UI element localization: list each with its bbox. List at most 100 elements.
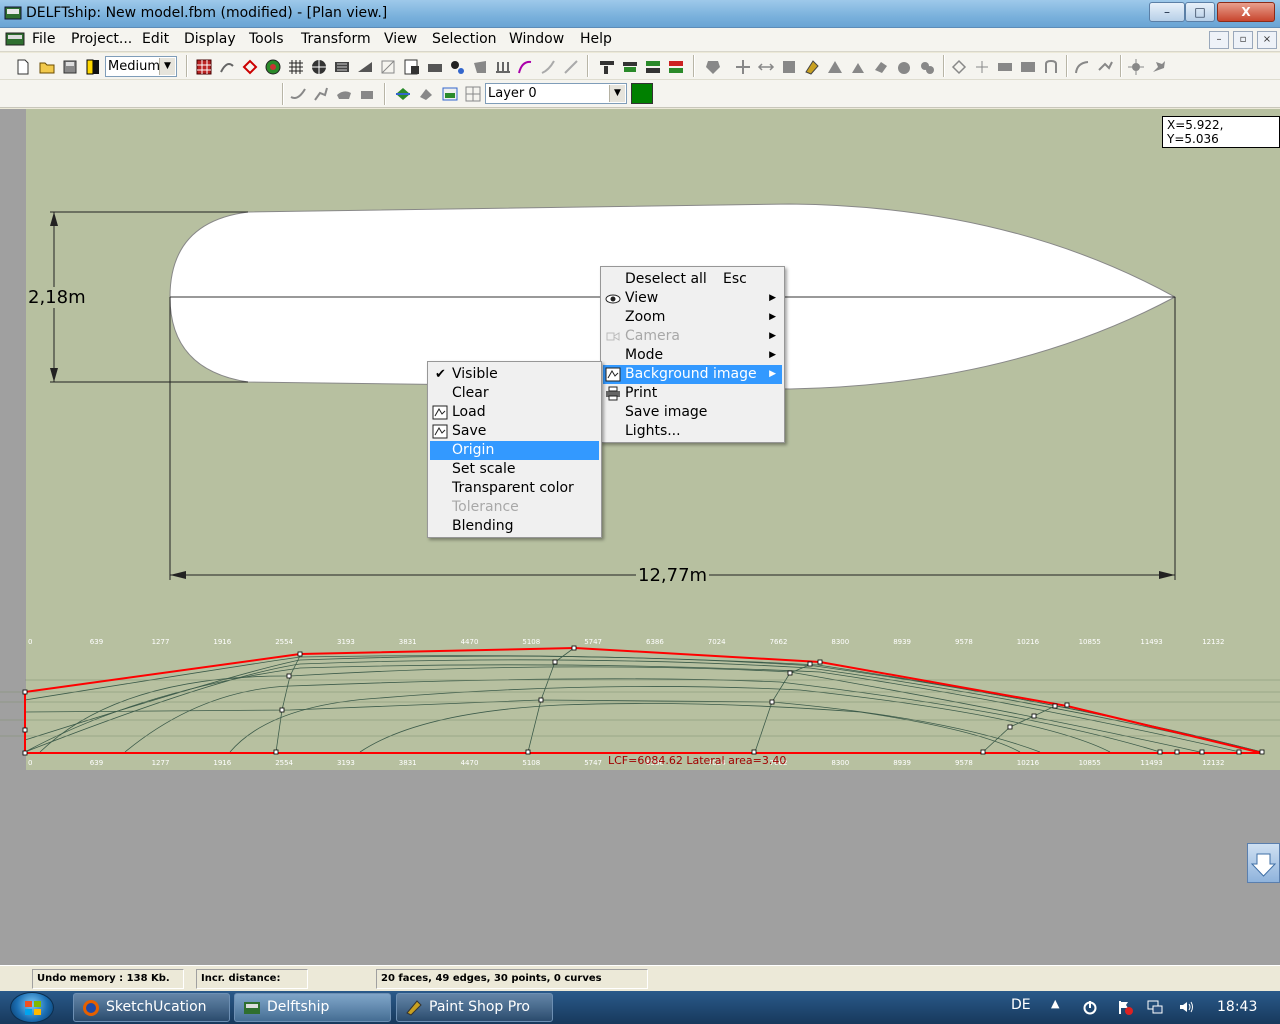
menu-label: Tolerance: [452, 499, 519, 515]
ruler-tick-label: 11493: [1140, 638, 1162, 646]
dim-width-arrow-bottom: [50, 368, 58, 382]
ruler-tick-label: 639: [90, 759, 103, 767]
menu-label: Zoom: [625, 309, 666, 325]
taskbar-item-paintshop[interactable]: Paint Shop Pro -...: [396, 993, 553, 1022]
ruler-tick-label: 2554: [275, 638, 293, 646]
ruler-tick-label: 5108: [522, 638, 540, 646]
ruler-tick-label: 9578: [955, 759, 973, 767]
clock[interactable]: 18:43: [1217, 999, 1257, 1015]
ruler-tick-label: 5747: [584, 638, 602, 646]
submenu-visible[interactable]: ✔ Visible: [430, 365, 599, 384]
printer-icon: [606, 386, 620, 401]
ruler-tick-label: 8300: [831, 759, 849, 767]
ruler-tick-label: 5747: [584, 759, 602, 767]
status-incr-distance: Incr. distance: 0.10: [196, 969, 308, 1002]
ruler-tick-label: 6386: [646, 638, 664, 646]
status-model-stats: 20 faces, 49 edges, 30 points, 0 curves: [376, 969, 648, 989]
background-image-icon: [605, 367, 621, 382]
action-center-icon[interactable]: [1117, 999, 1133, 1015]
status-undo-memory: Undo memory : 138 Kb.: [32, 969, 184, 989]
ruler-tick-label: 639: [90, 638, 103, 646]
ruler-tick-label: 0: [28, 759, 32, 767]
ruler-tick-label: 8939: [893, 638, 911, 646]
menu-label: Deselect all: [625, 271, 707, 287]
status-bar: Undo memory : 138 Kb. Incr. distance: 0.…: [0, 965, 1280, 1002]
menu-label: Visible: [452, 366, 498, 382]
hydrostatics-label: LCF=6084.62 Lateral area=3.40: [608, 754, 787, 767]
menu-zoom-sub[interactable]: Zoom ▶: [603, 308, 782, 327]
taskbar-item-firefox[interactable]: SketchUcation C...: [73, 993, 230, 1022]
submenu-set-scale[interactable]: Set scale: [430, 460, 599, 479]
menu-background-image-sub[interactable]: Background image ▶: [603, 365, 782, 384]
ruler-tick-label: 0: [28, 638, 32, 646]
menu-label: Background image: [625, 366, 757, 382]
taskbar-item-label: Delftship: [267, 999, 330, 1015]
ruler-tick-label: 4470: [461, 759, 479, 767]
language-indicator[interactable]: DE: [1011, 997, 1031, 1013]
taskbar-item-delftship[interactable]: Delftship: [234, 993, 391, 1022]
scroll-down-button[interactable]: [1247, 843, 1280, 883]
taskbar-item-label: SketchUcation C...: [106, 999, 207, 1015]
submenu-save[interactable]: Save: [430, 422, 599, 441]
ruler-tick-label: 11493: [1140, 759, 1162, 767]
ruler-tick-label: 9578: [955, 638, 973, 646]
submenu-arrow-icon: ▶: [769, 312, 776, 322]
ruler-tick-label: 1916: [213, 759, 231, 767]
dim-width-arrow-top: [50, 212, 58, 226]
menu-deselect-all[interactable]: Deselect all Esc: [603, 270, 782, 289]
menu-mode-sub[interactable]: Mode ▶: [603, 346, 782, 365]
ruler-tick-label: 10216: [1017, 638, 1040, 646]
submenu-arrow-icon: ▶: [769, 350, 776, 360]
submenu-transparent-color[interactable]: Transparent color: [430, 479, 599, 498]
ruler-tick-label: 3193: [337, 638, 355, 646]
submenu-blending[interactable]: Blending: [430, 517, 599, 536]
ruler-tick-label: 8300: [831, 638, 849, 646]
taskbar-item-label: Paint Shop Pro -...: [429, 999, 530, 1015]
dim-length-arrow-right: [1159, 571, 1175, 579]
ruler-tick-label: 8939: [893, 759, 911, 767]
menu-label: Load: [452, 404, 486, 420]
camera-icon: [606, 332, 620, 341]
power-icon[interactable]: [1082, 999, 1098, 1015]
ruler-tick-label: 7662: [770, 638, 788, 646]
ruler-tick-label: 12132: [1202, 638, 1224, 646]
submenu-arrow-icon: ▶: [769, 331, 776, 341]
menu-save-image[interactable]: Save image: [603, 403, 782, 422]
delftship-icon: [244, 1002, 260, 1014]
menu-label: Blending: [452, 518, 514, 534]
eye-icon: [605, 294, 621, 304]
ruler-tick-label: 3831: [399, 638, 417, 646]
menu-label: Transparent color: [452, 480, 574, 496]
menu-label: Clear: [452, 385, 489, 401]
menu-lights[interactable]: Lights...: [603, 422, 782, 441]
dimension-width-label: 2,18m: [26, 287, 88, 308]
ruler-tick-label: 2554: [275, 759, 293, 767]
plan-view-drawing: 0 639 1277 1916 2554 3193 3831 4470 5108 5747 6386…: [0, 203, 1280, 767]
ruler-tick-label: 4470: [461, 638, 479, 646]
ruler-tick-label: 10216: [1017, 759, 1040, 767]
ruler-tick-label: 1277: [152, 638, 170, 646]
submenu-load[interactable]: Load: [430, 403, 599, 422]
hull-wireframe: [0, 647, 1280, 753]
menu-label: Camera: [625, 328, 680, 344]
menu-print[interactable]: Print: [603, 384, 782, 403]
ruler-tick-label: 7024: [708, 638, 726, 646]
submenu-arrow-icon: ▶: [769, 293, 776, 303]
volume-icon[interactable]: [1178, 999, 1194, 1015]
ruler-top: 0 639 1277 1916 2554 3193 3831 4470 5108 5747 6386…: [28, 638, 1224, 646]
context-menu: Deselect all Esc View ▶ Zoom ▶ Camera ▶ …: [600, 266, 785, 443]
menu-label: Save: [452, 423, 487, 439]
firefox-icon: [83, 1000, 99, 1016]
show-hidden-icons-icon[interactable]: ▲: [1051, 997, 1059, 1010]
network-icon[interactable]: [1147, 999, 1163, 1015]
taskbar: SketchUcation C... Delftship Paint Shop …: [0, 991, 1280, 1024]
submenu-clear[interactable]: Clear: [430, 384, 599, 403]
submenu-origin[interactable]: Origin: [430, 441, 599, 460]
menu-label: View: [625, 290, 659, 306]
menu-view-sub[interactable]: View ▶: [603, 289, 782, 308]
windows-logo-icon: [25, 1001, 41, 1015]
menu-shortcut: Esc: [723, 271, 747, 287]
dim-length-arrow-left: [170, 571, 186, 579]
start-button[interactable]: [10, 992, 54, 1023]
ruler-tick-label: 12132: [1202, 759, 1224, 767]
